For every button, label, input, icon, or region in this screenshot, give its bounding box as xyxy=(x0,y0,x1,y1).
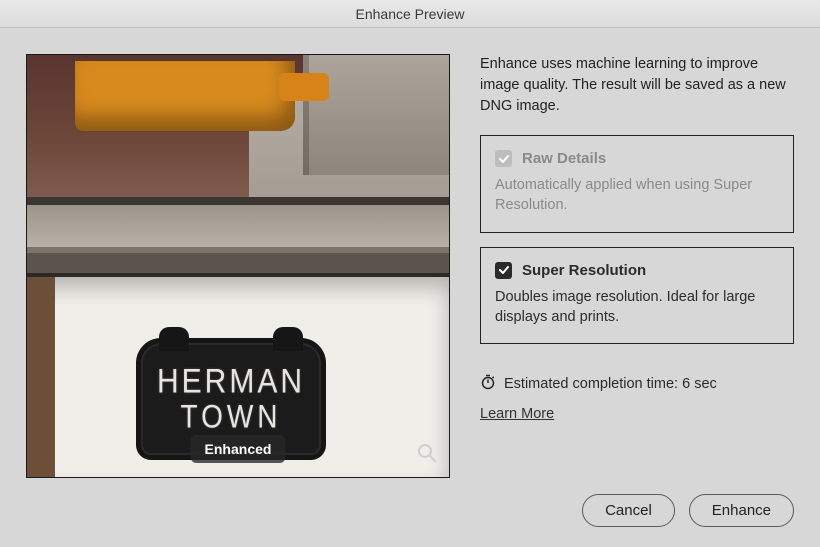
option-raw-details: Raw Details Automatically applied when u… xyxy=(480,135,794,233)
window-title: Enhance Preview xyxy=(356,6,465,22)
preview-image[interactable]: HERMAN TOWN Enhanced xyxy=(26,54,450,478)
intro-text: Enhance uses machine learning to improve… xyxy=(480,54,794,117)
window-titlebar: Enhance Preview xyxy=(0,0,820,28)
checkbox-super-resolution[interactable] xyxy=(495,262,512,279)
option-desc-super-resolution: Doubles image resolution. Ideal for larg… xyxy=(495,287,779,328)
stopwatch-icon xyxy=(480,374,496,394)
cancel-button[interactable]: Cancel xyxy=(582,494,675,527)
enhance-button[interactable]: Enhance xyxy=(689,494,794,527)
preview-sign-line2: TOWN xyxy=(180,399,281,436)
enhanced-badge: Enhanced xyxy=(191,435,286,463)
dialog-body: HERMAN TOWN Enhanced Enhance uses machin… xyxy=(0,28,820,547)
magnifier-icon[interactable] xyxy=(417,443,437,463)
option-desc-raw-details: Automatically applied when using Super R… xyxy=(495,175,779,216)
options-pane: Enhance uses machine learning to improve… xyxy=(480,54,794,527)
option-super-resolution[interactable]: Super Resolution Doubles image resolutio… xyxy=(480,247,794,345)
estimate-text: Estimated completion time: 6 sec xyxy=(504,376,717,392)
preview-sign-line1: HERMAN xyxy=(157,362,305,401)
checkbox-raw-details xyxy=(495,150,512,167)
estimate-row: Estimated completion time: 6 sec xyxy=(480,374,794,394)
dialog-buttons: Cancel Enhance xyxy=(582,494,794,527)
option-title-raw-details: Raw Details xyxy=(522,150,606,167)
learn-more-link[interactable]: Learn More xyxy=(480,406,794,422)
option-title-super-resolution: Super Resolution xyxy=(522,262,646,279)
